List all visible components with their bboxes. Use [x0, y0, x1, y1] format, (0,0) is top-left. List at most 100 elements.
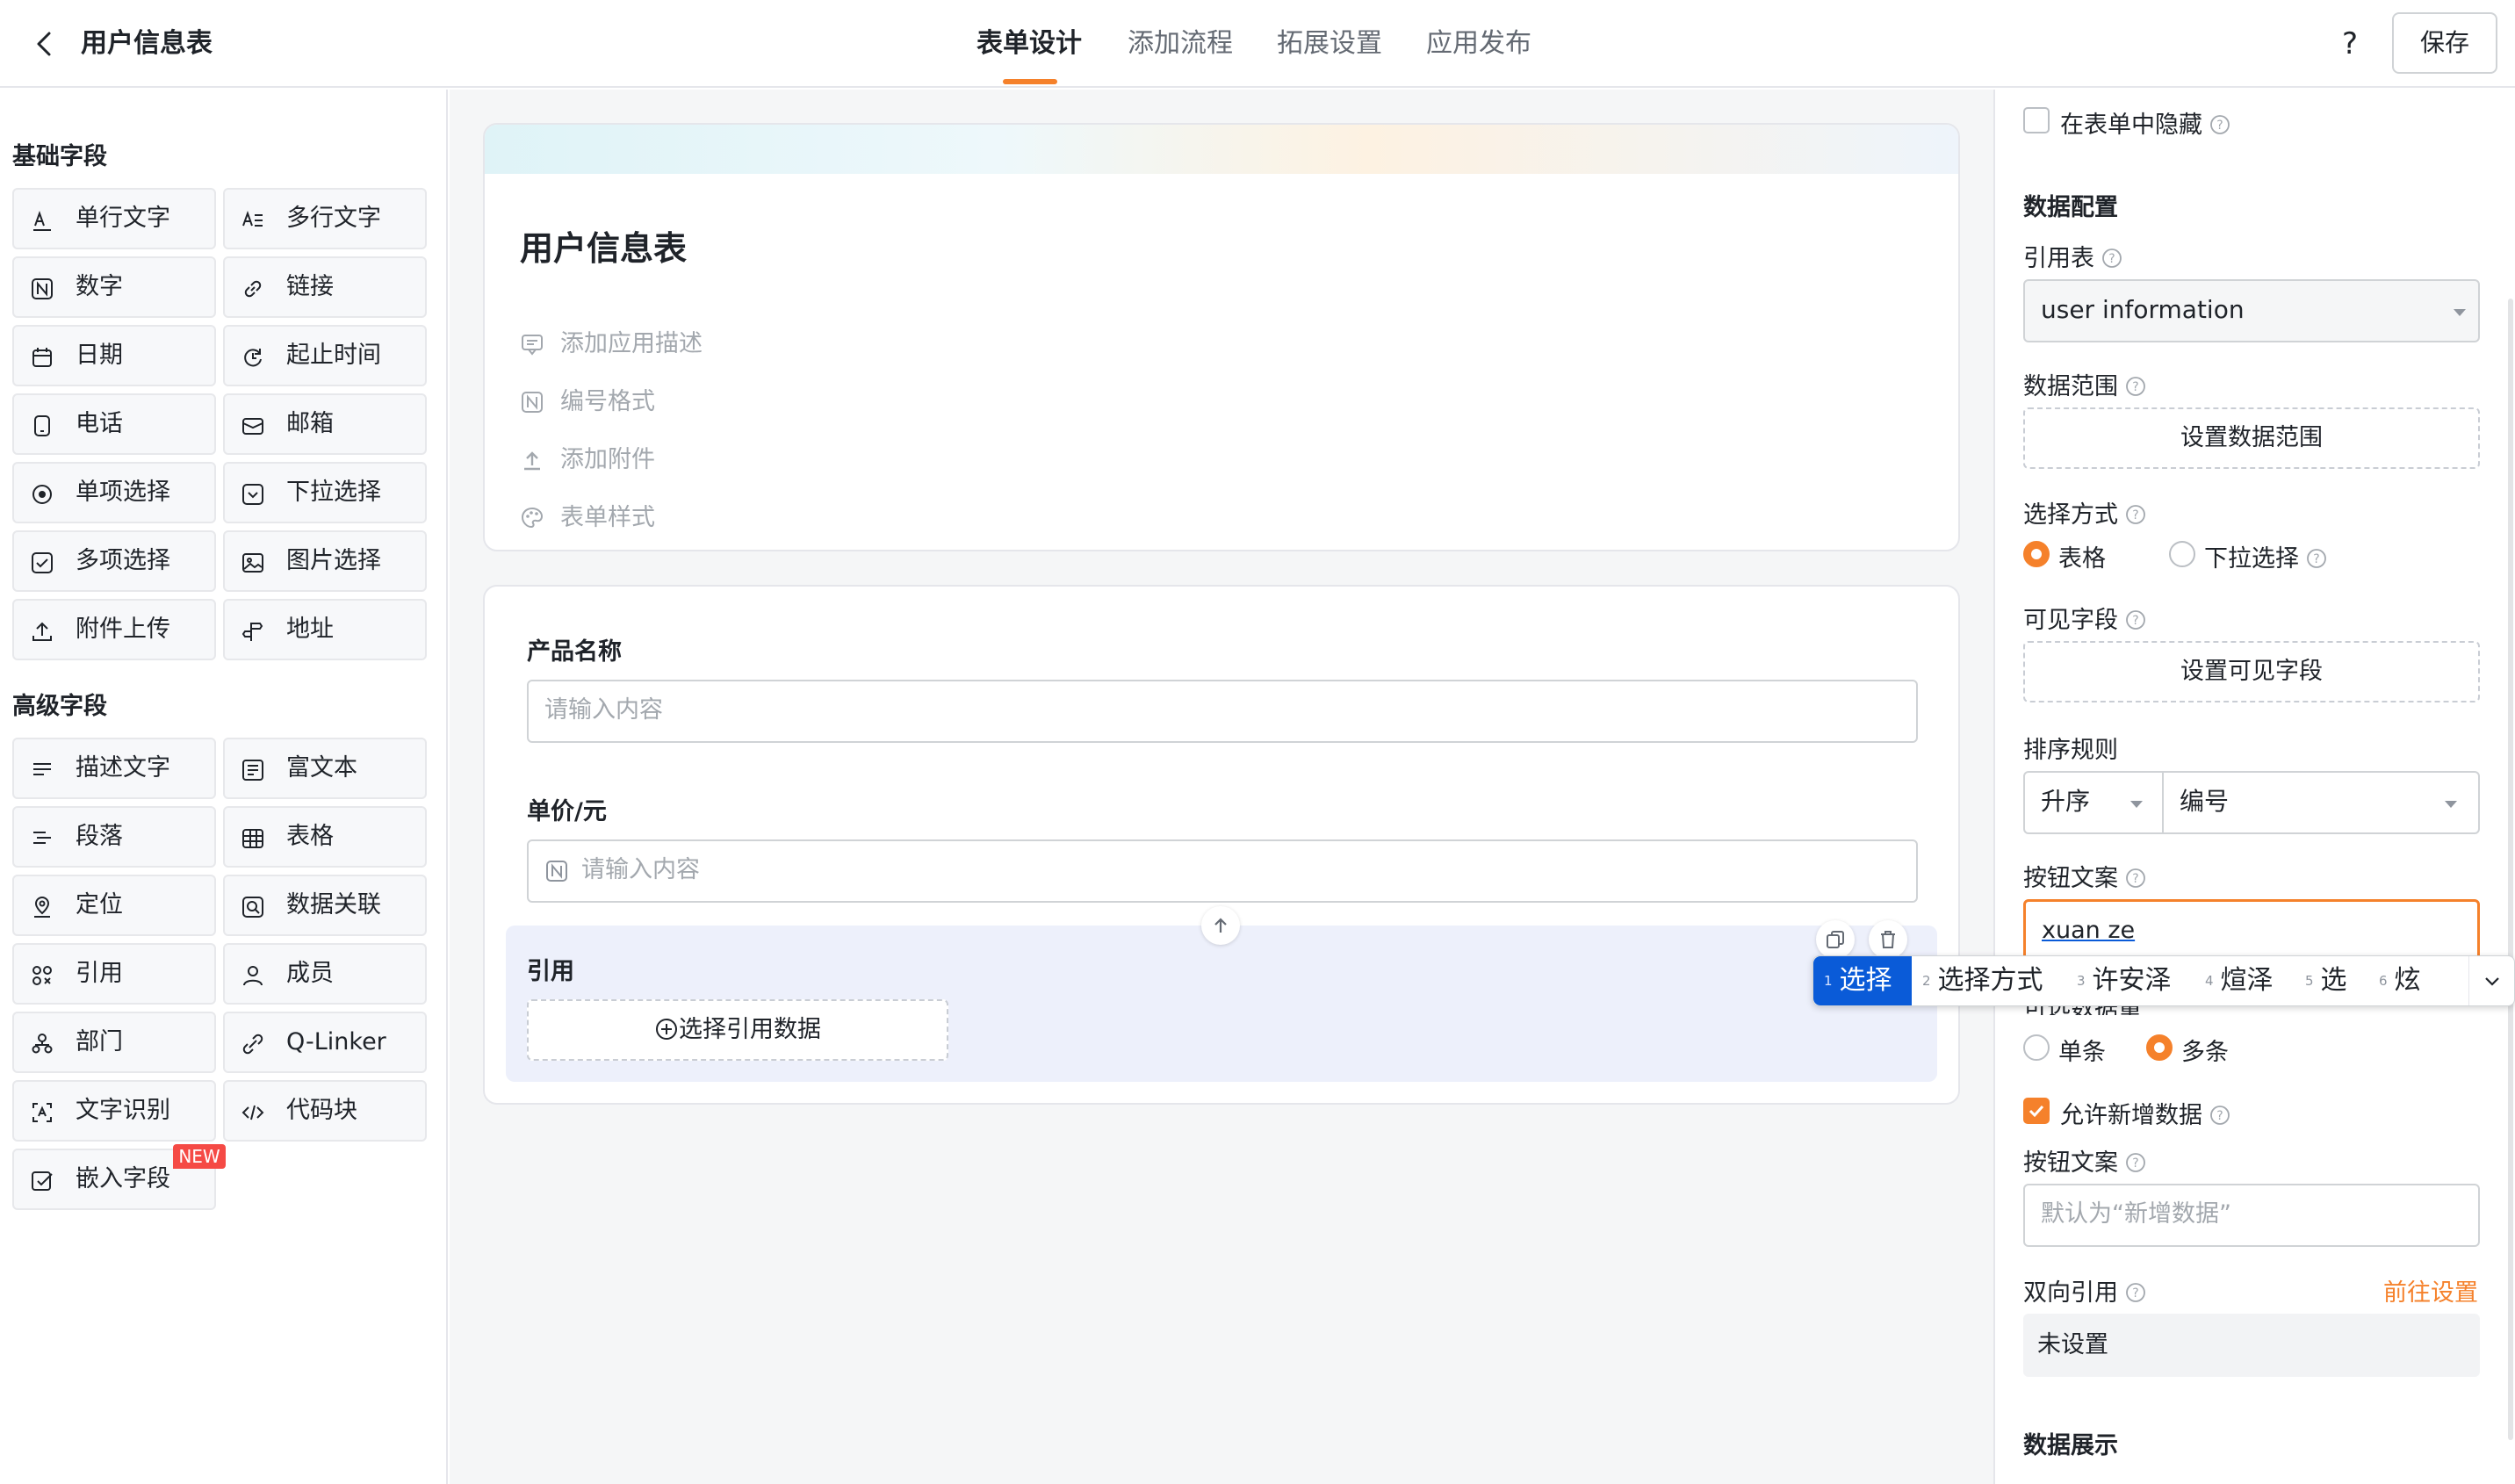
set-data-range-button[interactable]: 设置数据范围	[2023, 407, 2480, 469]
field-type-label: 富文本	[286, 754, 357, 782]
form-style-row[interactable]: 表单样式	[520, 501, 731, 536]
basic-field-single-line-text-button[interactable]: 单行文字	[12, 188, 216, 249]
svg-text:?: ?	[2342, 26, 2358, 61]
hide-in-form-checkbox[interactable]	[2023, 107, 2050, 133]
question-circle-icon[interactable]: ?	[2306, 548, 2327, 569]
ime-candidate-3[interactable]: 3 许安泽	[2077, 956, 2172, 1005]
ime-candidate-5[interactable]: 5选	[2305, 956, 2347, 1005]
go-to-settings-link[interactable]: 前往设置	[2383, 1273, 2478, 1308]
ime-expand-button[interactable]	[2468, 956, 2514, 1005]
ime-num: 5	[2305, 973, 2314, 989]
meta-label: 添加应用描述	[560, 330, 703, 357]
select-reference-data-button[interactable]: 选择引用数据	[527, 999, 948, 1061]
basic-field-address-button[interactable]: 地址	[223, 599, 427, 660]
field-type-label: 文字识别	[76, 1097, 170, 1124]
advanced-field-department-button[interactable]: 部门	[12, 1012, 216, 1073]
tab-app-publish[interactable]: 应用发布	[1426, 23, 1531, 65]
advanced-field-data-link-button[interactable]: 数据关联	[223, 875, 427, 936]
data-config-title: 数据配置	[2023, 194, 2118, 221]
select-mode-dropdown-radio[interactable]	[2169, 541, 2195, 567]
basic-field-checkbox-button[interactable]: 多项选择	[12, 530, 216, 592]
question-circle-icon[interactable]: ?	[2125, 1282, 2146, 1303]
ime-candidate-2[interactable]: 2 选择方式	[1922, 956, 2043, 1005]
ocr-icon	[32, 1103, 52, 1122]
field-type-label: 嵌入字段	[76, 1165, 170, 1192]
basic-field-multi-line-text-button[interactable]: 多行文字	[223, 188, 427, 249]
copy-field-button[interactable]	[1816, 920, 1855, 959]
basic-field-upload-button[interactable]: 附件上传	[12, 599, 216, 660]
delete-field-button[interactable]	[1869, 920, 1907, 959]
question-circle-icon[interactable]: ?	[2101, 248, 2122, 269]
rich-text-icon	[242, 760, 263, 781]
field-type-label: Q-Linker	[286, 1028, 386, 1055]
help-icon[interactable]: ?	[2329, 23, 2371, 65]
question-circle-icon[interactable]: ?	[2125, 868, 2146, 889]
advanced-field-location-button[interactable]: 定位	[12, 875, 216, 936]
question-circle-icon[interactable]: ?	[2125, 1152, 2146, 1173]
link-icon	[244, 280, 262, 298]
question-circle-icon[interactable]: ?	[2209, 1105, 2230, 1126]
product-name-input[interactable]: 请输入内容	[527, 680, 1918, 743]
field-type-label: 描述文字	[76, 754, 170, 782]
code-icon	[241, 1105, 264, 1120]
select-mode-table-radio[interactable]	[2023, 541, 2050, 567]
field-type-label: 单项选择	[76, 479, 170, 506]
set-visible-fields-button[interactable]: 设置可见字段	[2023, 641, 2480, 702]
comment-icon	[522, 335, 543, 356]
ime-candidate-4[interactable]: 4 煊泽	[2205, 956, 2274, 1005]
basic-field-phone-button[interactable]: 电话	[12, 393, 216, 455]
select-mode-table-label: 表格	[2058, 545, 2106, 573]
button-text2-input[interactable]: 默认为“新增数据”	[2023, 1184, 2480, 1247]
back-arrow-icon[interactable]	[26, 25, 65, 63]
button-text-input[interactable]: xuan ze	[2023, 899, 2480, 962]
add-description-row[interactable]: 添加应用描述	[520, 327, 731, 362]
basic-field-calendar-button[interactable]: 日期	[12, 325, 216, 386]
ime-candidate-1[interactable]: 1 选择	[1824, 956, 1892, 1005]
move-up-button[interactable]	[1201, 906, 1240, 945]
advanced-field-rich-text-button[interactable]: 富文本	[223, 738, 427, 799]
field-type-label: 电话	[76, 410, 123, 437]
add-attachment-row[interactable]: 添加附件	[520, 443, 731, 478]
basic-field-link-button[interactable]: 链接	[223, 256, 427, 318]
basic-field-mail-button[interactable]: 邮箱	[223, 393, 427, 455]
tab-add-workflow[interactable]: 添加流程	[1128, 23, 1233, 65]
meta-label: 表单样式	[560, 504, 655, 531]
question-circle-icon[interactable]: ?	[2125, 376, 2146, 397]
question-circle-icon[interactable]: ?	[2125, 504, 2146, 525]
question-circle-icon[interactable]: ?	[2209, 114, 2230, 135]
advanced-field-code-button[interactable]: 代码块	[223, 1080, 427, 1142]
basic-field-radio-button[interactable]: 单项选择	[12, 462, 216, 523]
sort-field-select[interactable]: 编号	[2162, 771, 2480, 834]
allow-new-label: 允许新增数据?	[2060, 1096, 2230, 1130]
check-icon	[2029, 1105, 2044, 1118]
basic-field-number-button[interactable]: 数字	[12, 256, 216, 318]
save-button[interactable]: 保存	[2392, 12, 2497, 74]
field-type-label: 段落	[76, 823, 123, 850]
allow-new-checkbox[interactable]	[2023, 1098, 2050, 1124]
question-circle-icon[interactable]: ?	[2125, 609, 2146, 630]
palette-icon	[521, 507, 544, 529]
basic-field-dropdown-button[interactable]: 下拉选择	[223, 462, 427, 523]
number-format-row[interactable]: 编号格式	[520, 385, 731, 420]
ref-table-select[interactable]: user information	[2023, 279, 2480, 342]
tab-extension-settings[interactable]: 拓展设置	[1277, 23, 1382, 65]
basic-field-time-range-button[interactable]: 起止时间	[223, 325, 427, 386]
sort-order-select[interactable]: 升序	[2023, 771, 2164, 834]
unit-price-input[interactable]: 请输入内容	[527, 839, 1918, 903]
count-multi-radio[interactable]	[2146, 1034, 2173, 1061]
advanced-field-description-button[interactable]: 描述文字	[12, 738, 216, 799]
advanced-field-table-button[interactable]: 表格	[223, 806, 427, 868]
advanced-field-member-button[interactable]: 成员	[223, 943, 427, 1005]
basic-field-image-button[interactable]: 图片选择	[223, 530, 427, 592]
count-single-radio[interactable]	[2023, 1034, 2050, 1061]
advanced-field-reference-button[interactable]: 引用	[12, 943, 216, 1005]
sort-order-value: 升序	[2041, 787, 2091, 816]
department-icon	[32, 1034, 53, 1054]
ime-candidate-6[interactable]: 6炫	[2379, 956, 2421, 1005]
advanced-field-ocr-button[interactable]: 文字识别	[12, 1080, 216, 1142]
advanced-field-q-linker-button[interactable]: Q-Linker	[223, 1012, 427, 1073]
panel-scrollbar[interactable]	[2508, 299, 2513, 1440]
form-title[interactable]: 用户信息表	[520, 221, 687, 270]
tab-form-design[interactable]: 表单设计	[976, 23, 1082, 65]
advanced-field-paragraph-button[interactable]: 段落	[12, 806, 216, 868]
